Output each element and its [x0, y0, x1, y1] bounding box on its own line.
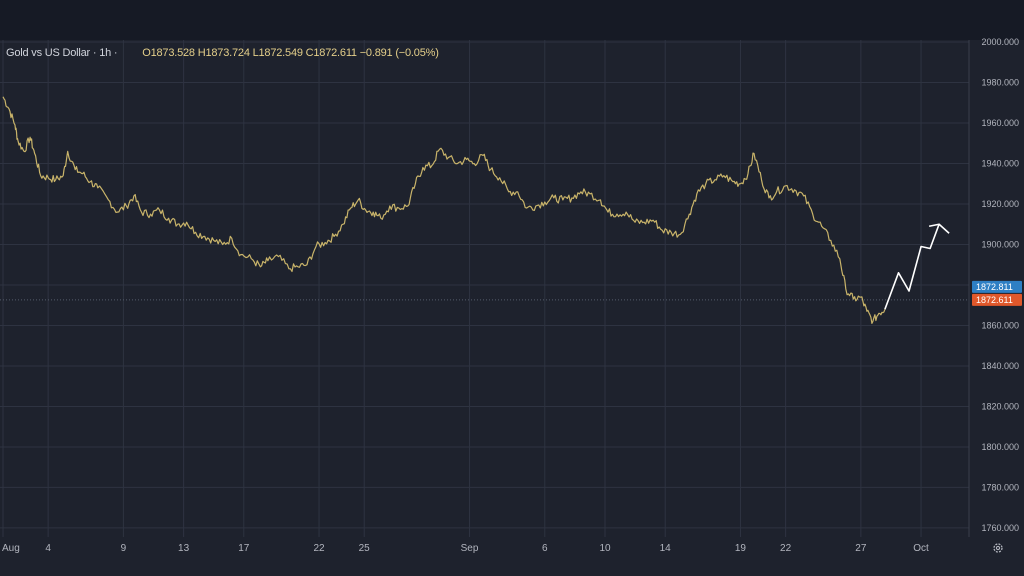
y-tick-label: 2000.000	[981, 37, 1019, 47]
x-tick-label: 17	[238, 543, 250, 554]
y-tick-label: 1820.000	[981, 401, 1019, 411]
svg-text:1872.811: 1872.811	[976, 282, 1013, 292]
ohlc-values: O1873.528 H1873.724 L1872.549 C1872.611 …	[142, 47, 439, 59]
x-tick-label: Oct	[913, 543, 929, 554]
y-tick-label: 1780.000	[981, 482, 1019, 492]
y-tick-label: 1840.000	[981, 361, 1019, 371]
y-tick-label: 1980.000	[981, 78, 1019, 88]
price-tag-upper: 1872.811	[972, 280, 1022, 293]
x-tick-label: 19	[735, 543, 747, 554]
x-tick-label: 9	[121, 543, 127, 554]
x-tick-label: 4	[45, 543, 51, 554]
y-tick-label: 1760.000	[981, 523, 1019, 533]
symbol-title[interactable]: Gold vs US Dollar · 1h ·	[6, 47, 118, 59]
time-axis: Aug 4 9 13 17 22 25 Sep 6 10 14 19 22 27 Oct	[2, 543, 929, 554]
y-tick-label: 1860.000	[981, 320, 1019, 330]
x-tick-label: 27	[855, 543, 867, 554]
projection-arrow-line	[884, 223, 940, 310]
chart-grid	[0, 40, 969, 537]
y-tick-label: 1940.000	[981, 159, 1019, 169]
symbol-legend: Gold vs US Dollar · 1h · O1873.528 H1873…	[6, 47, 439, 59]
y-tick-label: 1800.000	[981, 442, 1019, 452]
y-tick-label: 1920.000	[981, 199, 1019, 209]
gear-icon[interactable]	[992, 542, 1004, 554]
price-chart[interactable]: 2000.000 1980.000 1960.000 1940.000 1920.000…	[0, 0, 1024, 576]
y-tick-label: 1900.000	[981, 239, 1019, 249]
x-tick-label: 14	[660, 543, 672, 554]
x-tick-label: 22	[780, 543, 792, 554]
price-tag-lower: 1872.611	[972, 293, 1022, 306]
x-tick-label: Aug	[2, 543, 20, 554]
price-series-line	[2, 96, 886, 324]
x-tick-label: 6	[542, 543, 548, 554]
x-tick-label: 13	[178, 543, 190, 554]
y-tick-label: 1960.000	[981, 118, 1019, 128]
svg-text:1872.611: 1872.611	[976, 295, 1013, 305]
x-tick-label: Sep	[461, 543, 479, 554]
x-tick-label: 22	[313, 543, 325, 554]
x-tick-label: 10	[599, 543, 611, 554]
x-tick-label: 25	[359, 543, 371, 554]
